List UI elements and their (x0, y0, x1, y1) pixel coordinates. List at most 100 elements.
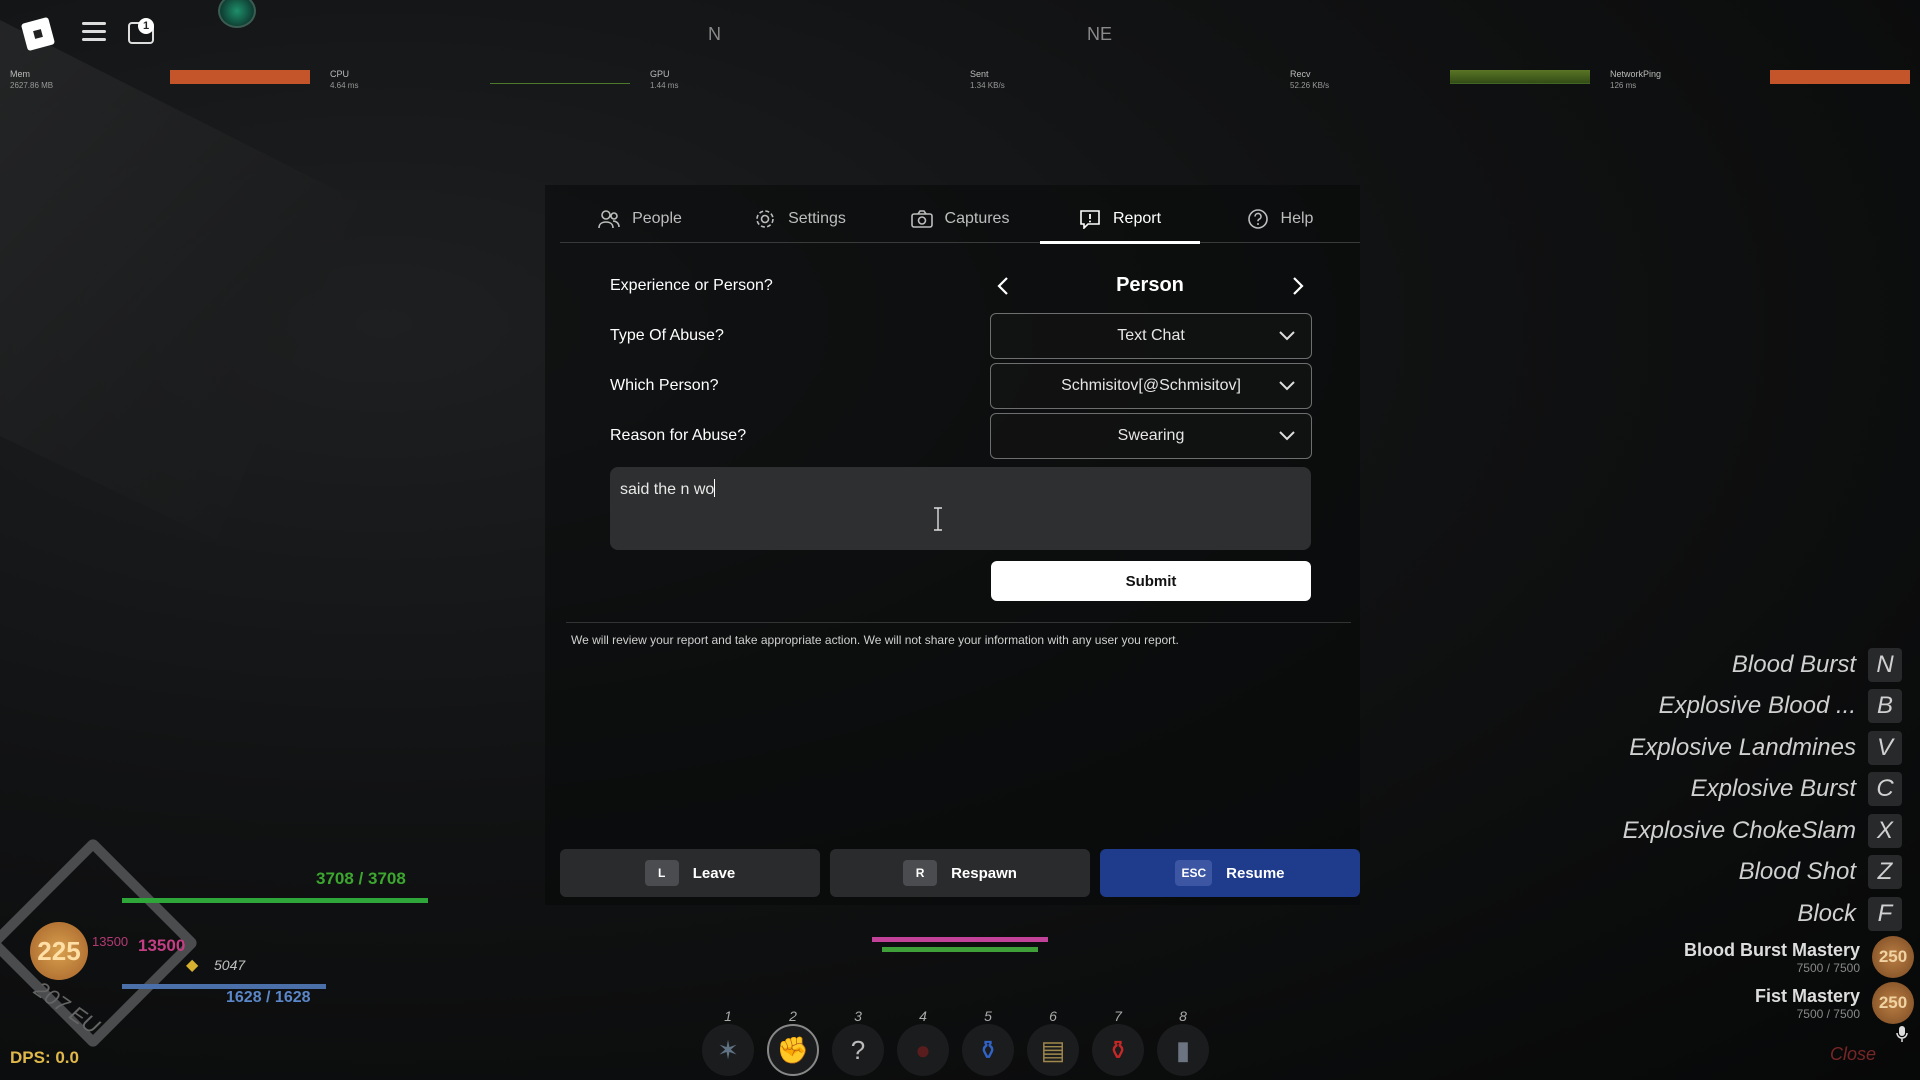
abuse-type-label: Type Of Abuse? (610, 327, 724, 344)
tab-label: Captures (944, 210, 1010, 227)
chevron-right-icon[interactable] (1285, 274, 1309, 298)
hp-bar (122, 898, 428, 903)
skill-key: C (1868, 772, 1902, 807)
mastery-fist: Fist Mastery 7500 / 7500 (1755, 986, 1860, 1021)
leave-button[interactable]: L Leave (560, 849, 820, 897)
skill-block[interactable]: Block F (1562, 893, 1902, 935)
dps-counter: DPS: 0.0 (10, 1048, 79, 1067)
skill-key: V (1868, 730, 1902, 765)
skill-explosive-landmines[interactable]: Explosive Landmines V (1562, 727, 1902, 769)
menu-tabs: People Settings Captures Report Help (560, 195, 1360, 244)
close-button[interactable]: Close (1830, 1044, 1876, 1065)
stat-networkping: NetworkPing 126 ms (1610, 69, 1662, 90)
skill-blood-shot[interactable]: Blood Shot Z (1562, 852, 1902, 894)
resume-button[interactable]: ESC Resume (1100, 849, 1360, 897)
scroll-icon: ▤ (1027, 1024, 1079, 1076)
tab-people[interactable]: People (560, 195, 720, 243)
hotbar-slot[interactable]: 2 ✊ (765, 1008, 821, 1076)
abuse-type-dropdown[interactable]: Text Chat (990, 313, 1312, 359)
hp-text: 3708 / 3708 (316, 869, 406, 888)
avatar[interactable] (218, 0, 256, 28)
gold-amount: 5047 (214, 957, 246, 973)
text-caret (714, 479, 716, 497)
key-hint: R (903, 860, 938, 886)
respawn-button[interactable]: R Respawn (830, 849, 1090, 897)
mastery-value: 7500 / 7500 (1796, 1007, 1860, 1021)
slot-number: 2 (789, 1008, 797, 1024)
report-disclaimer: We will review your report and take appr… (571, 633, 1179, 647)
skill-name: Blood Burst (1731, 650, 1856, 678)
recv-graph (1450, 70, 1590, 84)
skill-key: B (1868, 689, 1902, 724)
report-description-input[interactable]: said the n wo (610, 467, 1311, 550)
slot-number: 8 (1179, 1008, 1187, 1024)
hotbar-slot[interactable]: 3? (830, 1008, 886, 1076)
skill-key: N (1868, 647, 1902, 682)
respawn-label: Respawn (951, 864, 1017, 882)
key-hint: L (644, 860, 679, 886)
tab-settings[interactable]: Settings (720, 195, 880, 243)
hotbar-slot[interactable]: 1 ✶ (700, 1008, 756, 1076)
tab-help[interactable]: Help (1200, 195, 1360, 243)
people-icon (598, 209, 620, 229)
microphone-icon[interactable] (1896, 1026, 1908, 1042)
leave-label: Leave (692, 864, 736, 882)
tab-label: Settings (788, 210, 846, 227)
skill-name: Explosive Burst (1690, 775, 1856, 803)
skill-explosive-chokeslam[interactable]: Explosive ChokeSlam X (1562, 810, 1902, 852)
abuse-reason-dropdown[interactable]: Swearing (990, 413, 1312, 459)
chevron-down-icon (1277, 326, 1297, 346)
fist-icon: ✊ (767, 1024, 819, 1076)
figure-icon: ? (832, 1024, 884, 1076)
skills-list: Blood Burst N Explosive Blood ... B Explos… (1562, 644, 1902, 935)
slot-number: 6 (1049, 1008, 1057, 1024)
chevron-down-icon (1277, 426, 1297, 446)
hotbar-slot[interactable]: 6 ▤ (1025, 1008, 1081, 1076)
mastery-blood-burst: Blood Burst Mastery 7500 / 7500 (1684, 940, 1860, 975)
hotbar-slot[interactable]: 8 ▮ (1155, 1008, 1211, 1076)
chevron-down-icon (1277, 376, 1297, 396)
claw-icon: ✶ (702, 1024, 754, 1076)
stat-recv: Recv 52.26 KB/s (1290, 69, 1330, 90)
hotbar-slot[interactable]: 7 ⚱ (1090, 1008, 1146, 1076)
hotbar-slot[interactable]: 5 ⚱ (960, 1008, 1016, 1076)
skill-key: F (1868, 896, 1902, 931)
mastery-name: Fist Mastery (1754, 986, 1860, 1006)
hamburger-menu-icon[interactable] (82, 22, 106, 42)
jar-icon: ▮ (1157, 1024, 1209, 1076)
chat-badge: 1 (138, 18, 154, 34)
submit-button[interactable]: Submit (991, 561, 1311, 601)
slot-number: 1 (724, 1008, 732, 1024)
tab-captures[interactable]: Captures (880, 195, 1040, 243)
mastery-badge: 250 (1872, 982, 1914, 1024)
chevron-left-icon[interactable] (992, 274, 1016, 298)
skill-explosive-blood[interactable]: Explosive Blood ... B (1562, 686, 1902, 728)
slot-number: 3 (854, 1008, 862, 1024)
tab-report[interactable]: Report (1040, 195, 1200, 244)
skill-name: Explosive Blood ... (1658, 692, 1856, 720)
xp-text: 13500 (138, 936, 186, 955)
slot-number: 4 (919, 1008, 927, 1024)
skill-explosive-burst[interactable]: Explosive Burst C (1562, 769, 1902, 811)
roblox-logo-icon[interactable] (20, 16, 56, 52)
stat-gpu: GPU 1.44 ms (650, 69, 679, 90)
gold-icon: ◆ (186, 957, 199, 974)
skill-key: X (1868, 813, 1902, 848)
hotbar-slot[interactable]: 4 ● (895, 1008, 951, 1076)
center-hp-bar (882, 947, 1038, 952)
skill-name: Block (1797, 899, 1856, 927)
stat-cpu: CPU 4.64 ms (330, 69, 359, 90)
xp-small-text: 13500 (92, 934, 129, 949)
top-bar: 1 N NE Mem 2627.86 MB CPU 4.64 ms GPU 1.44 … (0, 0, 1920, 100)
tab-label: Report (1112, 210, 1162, 227)
compass-north: N (708, 24, 721, 44)
ibeam-cursor-icon (932, 507, 944, 531)
blue-potion-icon: ⚱ (962, 1024, 1014, 1076)
which-person-dropdown[interactable]: Schmisitov[@Schmisitov] (990, 363, 1312, 409)
abuse-type-value: Text Chat (1117, 327, 1185, 344)
abuse-reason-value: Swearing (1117, 427, 1185, 444)
resume-label: Resume (1226, 864, 1285, 882)
mastery-value: 7500 / 7500 (1796, 961, 1860, 975)
report-icon (1079, 209, 1101, 229)
skill-blood-burst[interactable]: Blood Burst N (1562, 644, 1902, 686)
